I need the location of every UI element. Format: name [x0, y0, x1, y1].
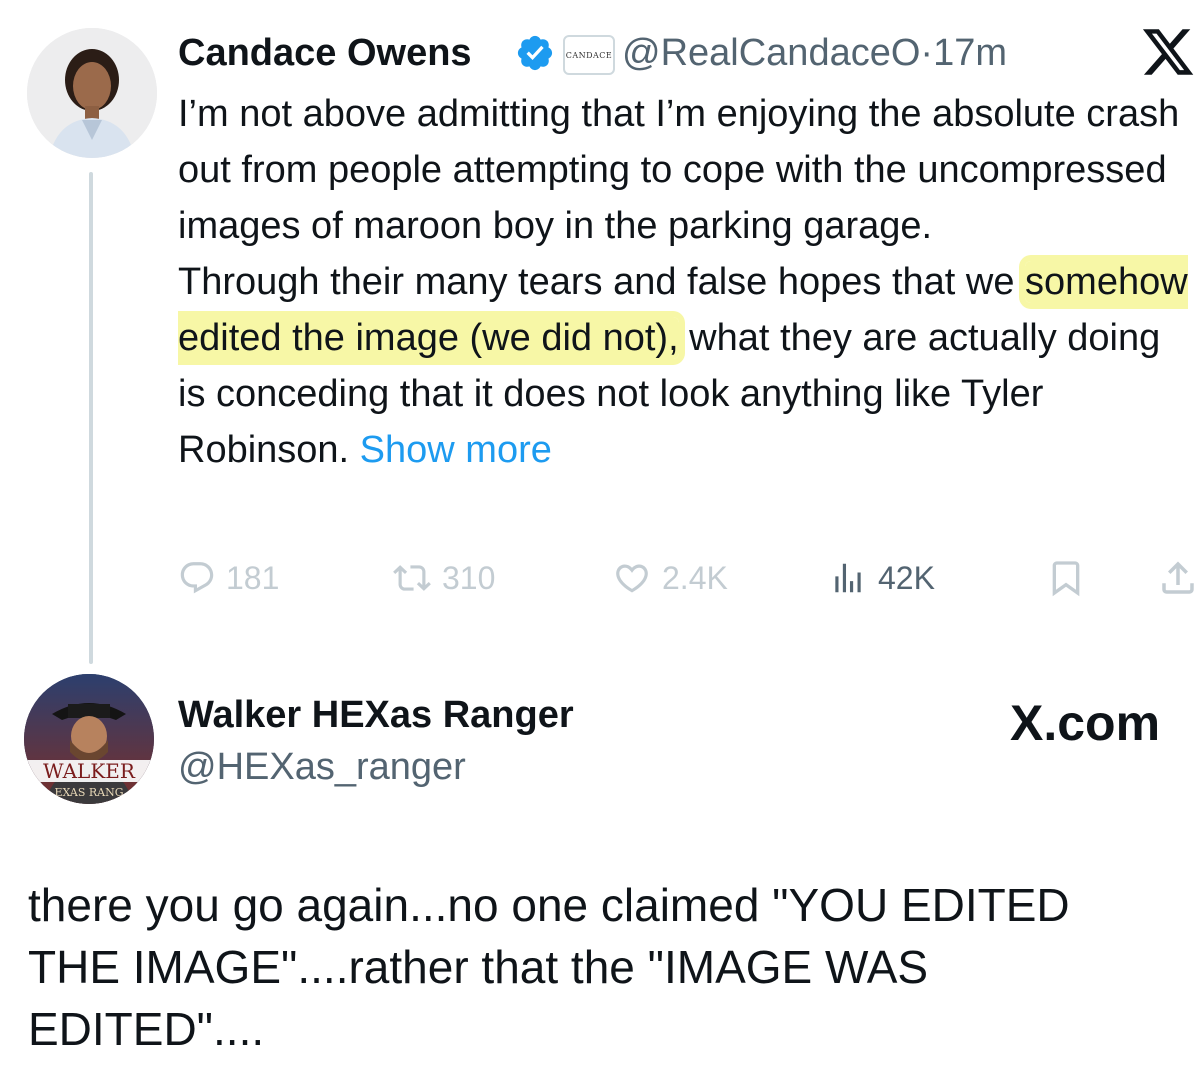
watermark: X.com — [1010, 695, 1161, 751]
tweet-paragraph-1: I’m not above admitting that I’m enjoyin… — [178, 93, 1180, 247]
like-icon — [616, 564, 648, 593]
bookmark-icon — [1052, 561, 1080, 597]
tweet-meta: @RealCandaceO·17m — [622, 32, 1007, 75]
show-more-link[interactable]: Show more — [360, 429, 552, 471]
like-button[interactable]: 2.4K — [612, 555, 728, 601]
verified-badge-icon — [515, 33, 555, 73]
affiliate-badge: CANDACE — [563, 35, 615, 75]
reply-author-handle[interactable]: @HEXas_ranger — [178, 746, 466, 789]
views-count: 42K — [878, 559, 935, 596]
author-handle[interactable]: @RealCandaceO — [622, 32, 920, 74]
avatar[interactable] — [27, 28, 157, 158]
reply-button[interactable]: 181 — [178, 555, 279, 601]
repost-icon — [393, 565, 431, 591]
x-logo-icon — [1140, 24, 1196, 80]
timestamp[interactable]: 17m — [933, 32, 1007, 74]
thread-line — [89, 172, 93, 664]
reply-count: 181 — [226, 559, 280, 596]
tweet-text: I’m not above admitting that I’m enjoyin… — [178, 86, 1198, 478]
views-button[interactable]: 42K — [828, 555, 935, 601]
repost-count: 310 — [442, 559, 496, 596]
share-button[interactable] — [1156, 555, 1200, 601]
author-name[interactable]: Candace Owens — [178, 32, 472, 75]
share-icon — [1162, 561, 1194, 594]
reply-text: there you go again...no one claimed "YOU… — [28, 879, 1070, 1055]
avatar-logo-text: WALKER — [43, 759, 136, 783]
avatar-logo-subtext: EXAS RANG — [54, 786, 123, 799]
reply-avatar[interactable]: WALKER EXAS RANG — [24, 674, 154, 804]
reply-icon — [180, 562, 214, 594]
separator: · — [920, 32, 934, 74]
tweet-paragraph-2: Through their many tears and false hopes… — [178, 254, 1198, 478]
tweet-text-segment: Through their many tears and false hopes… — [178, 261, 1026, 303]
repost-button[interactable]: 310 — [392, 555, 495, 601]
like-count: 2.4K — [662, 559, 728, 596]
reply-author-name[interactable]: Walker HEXas Ranger — [178, 694, 574, 737]
bookmark-button[interactable] — [1046, 555, 1086, 601]
views-icon — [835, 563, 861, 593]
